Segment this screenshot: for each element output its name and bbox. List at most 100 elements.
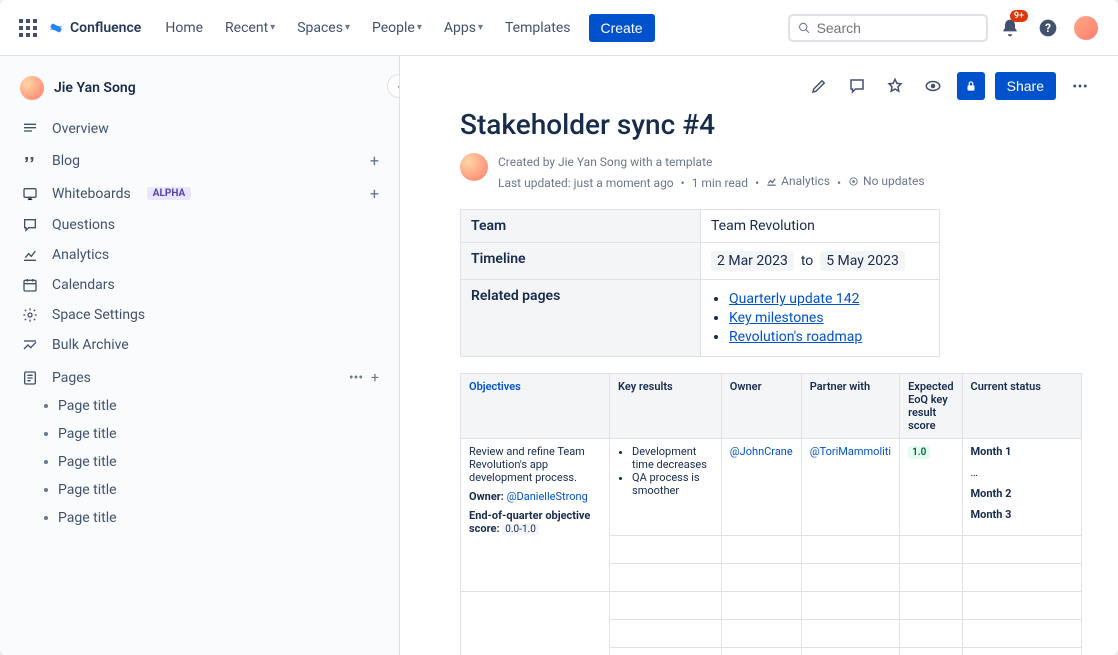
calendar-icon [20, 277, 40, 293]
search-input[interactable] [817, 20, 978, 36]
nav-spaces[interactable]: Spaces▾ [289, 14, 358, 42]
notifications-icon[interactable]: 9+ [994, 12, 1026, 44]
col-header: Owner [721, 374, 801, 439]
chart-icon [20, 247, 40, 263]
objective-cell: Review and refine Team Revolution's app … [461, 439, 610, 592]
nav-home[interactable]: Home [157, 14, 211, 42]
comment-icon[interactable] [843, 72, 871, 100]
info-value: 2 Mar 2023 to 5 May 2023 [701, 243, 940, 280]
page-byline: Created by Jie Yan Song with a template … [460, 153, 1082, 193]
page-link[interactable]: Page title [12, 504, 387, 532]
page-title: Stakeholder sync #4 [460, 108, 1082, 141]
info-label: Related pages [461, 280, 701, 357]
chart-icon [766, 176, 777, 187]
owner-cell: @JohnCrane [721, 439, 801, 536]
page-link[interactable]: Page title [12, 448, 387, 476]
created-by-text: Created by Jie Yan Song with a template [498, 153, 925, 172]
key-results-cell: Development time decreases QA process is… [610, 439, 722, 536]
whiteboard-icon [20, 186, 40, 202]
user-mention[interactable]: @ToriMammoliti [810, 445, 891, 458]
table-row: Timeline 2 Mar 2023 to 5 May 2023 [461, 243, 940, 280]
user-mention[interactable]: @DanielleStrong [507, 490, 588, 503]
share-button[interactable]: Share [995, 72, 1056, 100]
edit-icon[interactable] [805, 72, 833, 100]
sidebar-item-calendars[interactable]: Calendars [12, 270, 387, 300]
help-icon[interactable]: ? [1032, 12, 1064, 44]
col-header: Key results [610, 374, 722, 439]
sidebar-item-space-settings[interactable]: Space Settings [12, 300, 387, 330]
objectives-table: Objectives Key results Owner Partner wit… [460, 373, 1082, 655]
chat-icon [20, 217, 40, 233]
chevron-down-icon: ▾ [417, 22, 422, 33]
app-switcher-icon[interactable] [16, 16, 40, 40]
confluence-logo[interactable]: Confluence [46, 18, 141, 38]
more-icon[interactable]: ••• [349, 370, 363, 386]
table-row: Review and refine Team Revolution's app … [461, 439, 1082, 536]
nav-templates[interactable]: Templates [497, 14, 579, 42]
space-avatar [20, 76, 44, 100]
col-header: Partner with [801, 374, 899, 439]
info-value: Quarterly update 142 Key milestones Revo… [701, 280, 940, 357]
target-icon [848, 176, 859, 187]
svg-text:?: ? [1045, 21, 1051, 35]
page-link[interactable]: Page title [12, 420, 387, 448]
watch-icon[interactable] [919, 72, 947, 100]
nav-people[interactable]: People▾ [364, 14, 430, 42]
sidebar-item-blog[interactable]: Blog + [12, 144, 387, 177]
page-toolbar: Share [805, 72, 1094, 100]
info-label: Timeline [461, 243, 701, 280]
add-page-icon[interactable]: + [371, 370, 379, 386]
add-icon[interactable]: + [370, 151, 379, 170]
restrictions-icon[interactable] [957, 72, 985, 100]
add-icon[interactable]: + [370, 184, 379, 203]
profile-avatar[interactable] [1070, 12, 1102, 44]
star-icon[interactable] [881, 72, 909, 100]
create-button[interactable]: Create [589, 14, 655, 42]
related-page-link[interactable]: Key milestones [729, 310, 824, 326]
search-box[interactable] [788, 14, 988, 42]
author-avatar[interactable] [460, 153, 488, 181]
search-icon [798, 21, 811, 35]
gear-icon [20, 307, 40, 323]
notification-badge: 9+ [1010, 10, 1028, 22]
read-time: 1 min read [692, 176, 748, 190]
sidebar-item-overview[interactable]: Overview [12, 114, 387, 144]
sidebar-item-whiteboards[interactable]: Whiteboards ALPHA + [12, 177, 387, 210]
col-header: Expected EoQ key result score [900, 374, 962, 439]
chevron-down-icon: ▾ [270, 22, 275, 33]
sidebar-item-bulk-archive[interactable]: Bulk Archive [12, 330, 387, 360]
related-page-link[interactable]: Quarterly update 142 [729, 291, 859, 307]
pages-section-header[interactable]: Pages ••• + [0, 360, 399, 392]
status-cell: Month 1 … Month 2 Month 3 [962, 439, 1081, 536]
more-actions-icon[interactable] [1066, 72, 1094, 100]
score-cell: 1.0 [900, 439, 962, 536]
nav-apps[interactable]: Apps▾ [436, 14, 491, 42]
chevron-down-icon: ▾ [478, 22, 483, 33]
alpha-badge: ALPHA [147, 187, 191, 200]
related-page-link[interactable]: Revolution's roadmap [729, 329, 862, 345]
table-row [461, 592, 1082, 620]
pages-icon [20, 370, 40, 386]
last-updated-text: Last updated: just a moment ago [498, 176, 674, 190]
col-header: Current status [962, 374, 1081, 439]
info-table: Team Team Revolution Timeline 2 Mar 2023… [460, 209, 940, 357]
sidebar-item-questions[interactable]: Questions [12, 210, 387, 240]
analytics-link[interactable]: Analytics [766, 172, 830, 191]
overview-icon [20, 121, 40, 137]
sidebar-item-analytics[interactable]: Analytics [12, 240, 387, 270]
date-chip: 2 Mar 2023 [711, 251, 794, 271]
space-header[interactable]: Jie Yan Song [0, 68, 399, 114]
nav-recent[interactable]: Recent▾ [217, 14, 283, 42]
page-link[interactable]: Page title [12, 476, 387, 504]
table-row: Team Team Revolution [461, 210, 940, 243]
date-chip: 5 May 2023 [820, 251, 905, 271]
info-label: Team [461, 210, 701, 243]
user-mention[interactable]: @JohnCrane [730, 445, 793, 458]
main-content: Share Stakeholder sync #4 Created by Jie… [400, 56, 1118, 655]
no-updates-link[interactable]: No updates [848, 172, 925, 191]
partner-cell: @ToriMammoliti [801, 439, 899, 536]
page-link[interactable]: Page title [12, 392, 387, 420]
top-navigation: Confluence Home Recent▾ Spaces▾ People▾ … [0, 0, 1118, 56]
quote-icon [20, 153, 40, 169]
col-header: Objectives [461, 374, 610, 439]
